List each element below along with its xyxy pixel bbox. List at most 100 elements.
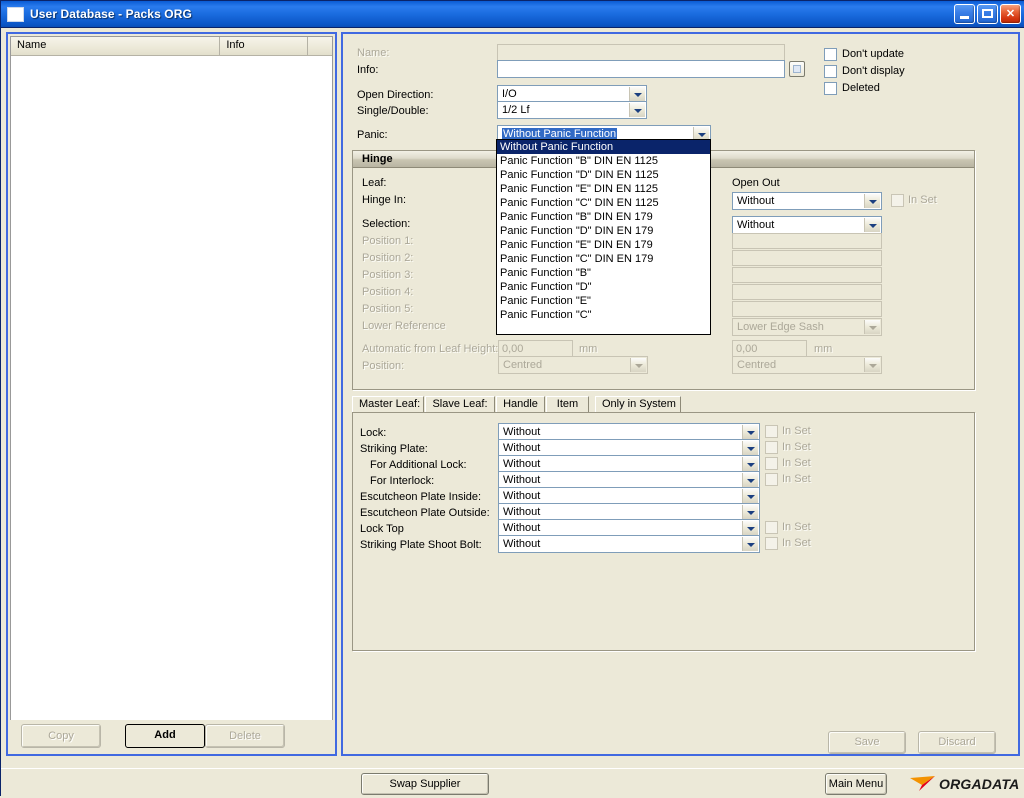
info-picker-button[interactable] (789, 61, 805, 77)
tab-item[interactable]: Item (546, 396, 589, 413)
hinge-empty-field-5[interactable] (732, 301, 882, 317)
chevron-down-icon[interactable] (864, 358, 880, 372)
dont-update-checkbox[interactable] (824, 48, 837, 61)
chevron-down-icon[interactable] (742, 441, 758, 455)
lock-top-inset-label: In Set (782, 521, 811, 533)
panic-dropdown-list[interactable]: Without Panic Function Panic Function "B… (496, 139, 711, 335)
striking-plate-inset-checkbox[interactable] (765, 441, 778, 454)
title-bar: User Database - Packs ORG ✕ (1, 1, 1024, 28)
column-header-info[interactable]: Info (220, 37, 309, 55)
open-direction-label: Open Direction: (357, 89, 434, 101)
for-additional-lock-inset-label: In Set (782, 457, 811, 469)
info-field[interactable] (497, 60, 785, 78)
hinge-second-combo[interactable]: Without (732, 216, 882, 234)
chevron-down-icon[interactable] (742, 425, 758, 439)
dropdown-item[interactable]: Panic Function "C" DIN EN 1125 (497, 196, 710, 210)
hinge-position-value: Centred (503, 359, 543, 371)
hinge-position-label: Position: (362, 360, 405, 372)
lock-inset-label: In Set (782, 425, 811, 437)
single-double-label: Single/Double: (357, 105, 429, 117)
dropdown-item[interactable]: Panic Function "E" DIN EN 1125 (497, 182, 710, 196)
hinge-empty-field-2[interactable] (732, 250, 882, 266)
lock-top-inset-checkbox[interactable] (765, 521, 778, 534)
status-bar: Swap Supplier Main Menu ORGADATA (1, 768, 1024, 798)
dropdown-item[interactable]: Panic Function "B" DIN EN 179 (497, 210, 710, 224)
save-button[interactable]: Save (828, 731, 906, 754)
picker-glyph-icon (793, 65, 801, 73)
close-icon[interactable]: ✕ (1000, 4, 1021, 24)
copy-button[interactable]: Copy (21, 724, 101, 748)
name-field[interactable] (497, 44, 785, 61)
listbox-header: Name Info (11, 37, 332, 56)
open-out-label: Open Out (732, 177, 780, 189)
single-double-combo[interactable]: 1/2 Lf (497, 101, 647, 119)
chevron-down-icon[interactable] (629, 87, 645, 101)
position-5-label: Position 5: (362, 303, 414, 315)
striking-plate-shoot-bolt-combo[interactable]: Without (498, 535, 760, 553)
discard-button[interactable]: Discard (918, 731, 996, 754)
chevron-down-icon[interactable] (630, 358, 646, 372)
delete-button[interactable]: Delete (205, 724, 285, 748)
automatic-from-leaf-height-label: Automatic from Leaf Height: (362, 343, 499, 355)
lower-reference-combo[interactable]: Lower Edge Sash (732, 318, 882, 336)
chevron-down-icon[interactable] (742, 473, 758, 487)
hinge-position-combo[interactable]: Centred (498, 356, 648, 374)
dropdown-item[interactable]: Panic Function "E" DIN EN 179 (497, 238, 710, 252)
striking-plate-shoot-bolt-label: Striking Plate Shoot Bolt: (360, 539, 482, 551)
window-title: User Database - Packs ORG (30, 7, 192, 21)
hinge-empty-field-4[interactable] (732, 284, 882, 300)
chevron-down-icon[interactable] (864, 194, 880, 208)
automatic-height-field[interactable]: 0,00 (498, 340, 573, 357)
add-button[interactable]: Add (125, 724, 205, 748)
dropdown-item[interactable]: Without Panic Function (497, 140, 710, 154)
column-header-name[interactable]: Name (11, 37, 221, 55)
deleted-checkbox[interactable] (824, 82, 837, 95)
open-out-combo[interactable]: Without (732, 192, 882, 210)
dropdown-item[interactable]: Panic Function "C" DIN EN 179 (497, 252, 710, 266)
dropdown-item[interactable]: Panic Function "D" DIN EN 179 (497, 224, 710, 238)
tab-only-in-system[interactable]: Only in System (595, 396, 681, 413)
tab-slave-leaf[interactable]: Slave Leaf: (425, 396, 495, 413)
chevron-down-icon[interactable] (742, 521, 758, 535)
dropdown-item[interactable]: Panic Function "C" (497, 308, 710, 322)
hinge-right-height-field[interactable]: 0,00 (732, 340, 807, 357)
dropdown-item[interactable]: Panic Function "B" DIN EN 1125 (497, 154, 710, 168)
tab-master-leaf[interactable]: Master Leaf: (352, 396, 424, 413)
lock-inset-checkbox[interactable] (765, 425, 778, 438)
striking-plate-shoot-bolt-value: Without (503, 538, 541, 550)
window-controls: ✕ (954, 4, 1021, 24)
panic-label: Panic: (357, 129, 388, 141)
chevron-down-icon[interactable] (742, 457, 758, 471)
chevron-down-icon[interactable] (742, 489, 758, 503)
hinge-right-position-combo[interactable]: Centred (732, 356, 882, 374)
dropdown-item[interactable]: Panic Function "B" (497, 266, 710, 280)
dropdown-item[interactable]: Panic Function "D" DIN EN 1125 (497, 168, 710, 182)
dont-update-label: Don't update (842, 48, 905, 60)
striking-plate-label: Striking Plate: (360, 443, 428, 455)
chevron-down-icon[interactable] (864, 218, 880, 232)
tab-handle[interactable]: Handle (496, 396, 545, 413)
for-interlock-inset-checkbox[interactable] (765, 473, 778, 486)
chevron-down-icon[interactable] (742, 537, 758, 551)
chevron-down-icon[interactable] (864, 320, 880, 334)
chevron-down-icon[interactable] (742, 505, 758, 519)
hinge-empty-field-3[interactable] (732, 267, 882, 283)
minimize-button[interactable] (954, 4, 975, 24)
swap-supplier-button[interactable]: Swap Supplier (361, 773, 489, 795)
record-listbox[interactable]: Name Info (10, 36, 333, 720)
for-additional-lock-inset-checkbox[interactable] (765, 457, 778, 470)
open-out-inset-checkbox[interactable] (891, 194, 904, 207)
hinge-empty-field-1[interactable] (732, 233, 882, 249)
listbox-body[interactable] (11, 56, 332, 720)
chevron-down-icon[interactable] (629, 103, 645, 117)
maximize-button[interactable] (977, 4, 998, 24)
main-menu-button[interactable]: Main Menu (825, 773, 887, 795)
hinge-in-label: Hinge In: (362, 194, 407, 206)
lock-top-label: Lock Top (360, 523, 404, 535)
dont-display-checkbox[interactable] (824, 65, 837, 78)
striking-plate-inset-label: In Set (782, 441, 811, 453)
dropdown-item[interactable]: Panic Function "E" (497, 294, 710, 308)
column-header-extra[interactable] (308, 37, 332, 55)
dropdown-item[interactable]: Panic Function "D" (497, 280, 710, 294)
striking-plate-shoot-bolt-inset-checkbox[interactable] (765, 537, 778, 550)
